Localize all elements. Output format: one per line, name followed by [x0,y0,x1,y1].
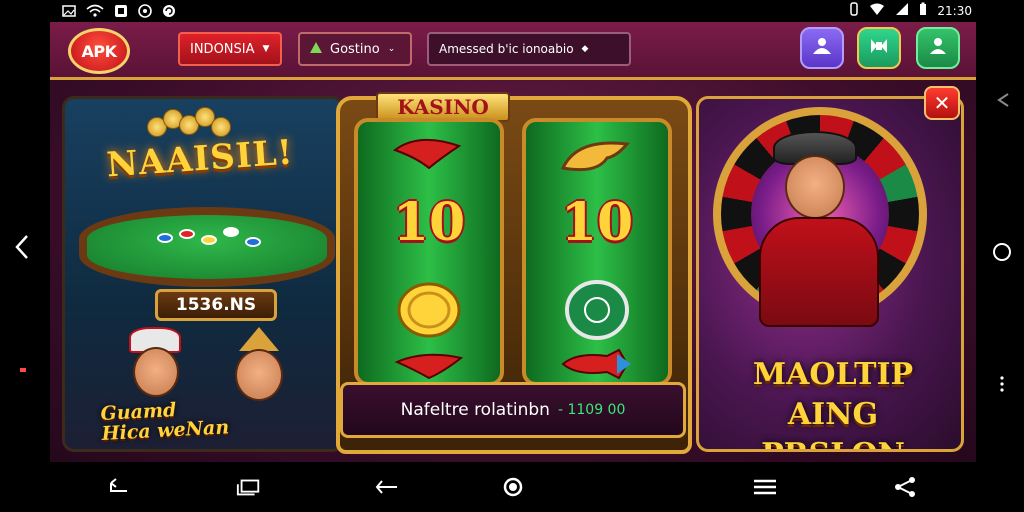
game-card-right[interactable]: MAOLTIP AING PRSLON [696,96,964,452]
game-select-label: Gostino [330,41,380,57]
golden-horn-icon [526,134,668,182]
wifi-signal-icon [869,2,885,19]
undo-icon[interactable] [106,475,132,499]
character-body [759,217,879,327]
diamond-icon: ◆ [581,44,589,54]
slot-machine[interactable]: KASINO 10 10 Nafeltre rolatinbn - 1109 0… [336,92,692,454]
image-icon [62,3,76,22]
slot-reel-2: 10 [522,118,672,386]
country-label: INDONSIA [190,41,255,57]
back-arrow-icon[interactable] [996,92,1010,112]
poker-table-image [79,207,335,287]
warning-icon [310,41,322,57]
wifi-icon [86,3,104,22]
apk-logo[interactable]: APK [68,28,130,74]
jackpot-bar: Nafeltre rolatinbn - 1109 00 [340,382,686,438]
green-chip-icon [526,278,668,346]
person-icon [927,36,949,61]
battery-icon [919,2,927,19]
search-field[interactable]: Amessed b'ic ionoabio ◆ [427,32,631,66]
rewards-button[interactable] [857,27,901,69]
country-selector[interactable]: INDONSIA ▼ [178,32,282,66]
chevron-down-icon: ▼ [262,44,270,54]
chili-icon [358,136,500,176]
back-chevron-icon[interactable] [14,234,30,264]
more-options-icon[interactable] [1000,376,1004,396]
game-app: APK INDONSIA ▼ Gostino ⌄ Amessed b'ic io… [50,22,976,462]
game-selector[interactable]: Gostino ⌄ [298,32,412,66]
home-circle-icon[interactable] [992,242,1012,266]
coin-pile-icon [147,105,247,139]
sync-icon [162,3,176,22]
recent-apps-icon[interactable] [236,475,262,499]
reel-1-number: 10 [392,192,466,253]
game-title: NAAISIL! [105,132,295,186]
bottom-nav-bar [0,462,1024,512]
price-plate: 1536.NS [155,289,277,321]
jackpot-label: Nafeltre rolatinbn [400,400,550,420]
clock-time: 21:30 [937,3,972,18]
home-icon[interactable] [500,475,526,499]
cell-signal-icon [895,2,909,19]
slot-reel-1: 10 [354,118,504,386]
reel-2-number: 10 [560,192,634,253]
share-icon[interactable] [892,475,918,499]
jackpot-value: - 1109 00 [557,402,626,418]
indicator-dot-icon [20,368,26,372]
game-header: APK INDONSIA ▼ Gostino ⌄ Amessed b'ic io… [50,22,976,80]
screen: 21:30 APK INDONSIA ▼ Gostino ⌄ Amessed b… [0,0,1024,512]
promo-line1: MAOLTIP AING [752,357,914,432]
game-card-left[interactable]: NAAISIL! 1536.NS Guamd Hica weNan [62,96,344,452]
back-icon[interactable] [374,475,400,499]
profile-button[interactable] [800,27,844,69]
status-bar: 21:30 [0,0,1024,22]
close-button[interactable]: ✕ [924,86,960,120]
search-text: Amessed b'ic ionoabio [439,42,574,56]
user-icon [811,36,833,61]
rocket-icon [526,348,668,384]
promo-line2: PRSLON [707,435,959,449]
character-face [785,155,845,219]
gift-icon [868,36,890,61]
data-saver-icon [138,3,152,22]
side-nav-right [976,22,1024,462]
chili-icon [358,350,500,384]
side-nav-left [0,22,50,462]
account-button[interactable] [916,27,960,69]
promo-title: MAOLTIP AING PRSLON [707,355,959,449]
chevron-down-icon: ⌄ [387,44,396,54]
menu-icon[interactable] [752,475,778,499]
vibrate-icon [849,2,859,19]
gold-coin-icon [358,280,500,344]
notification-icon [114,3,128,22]
